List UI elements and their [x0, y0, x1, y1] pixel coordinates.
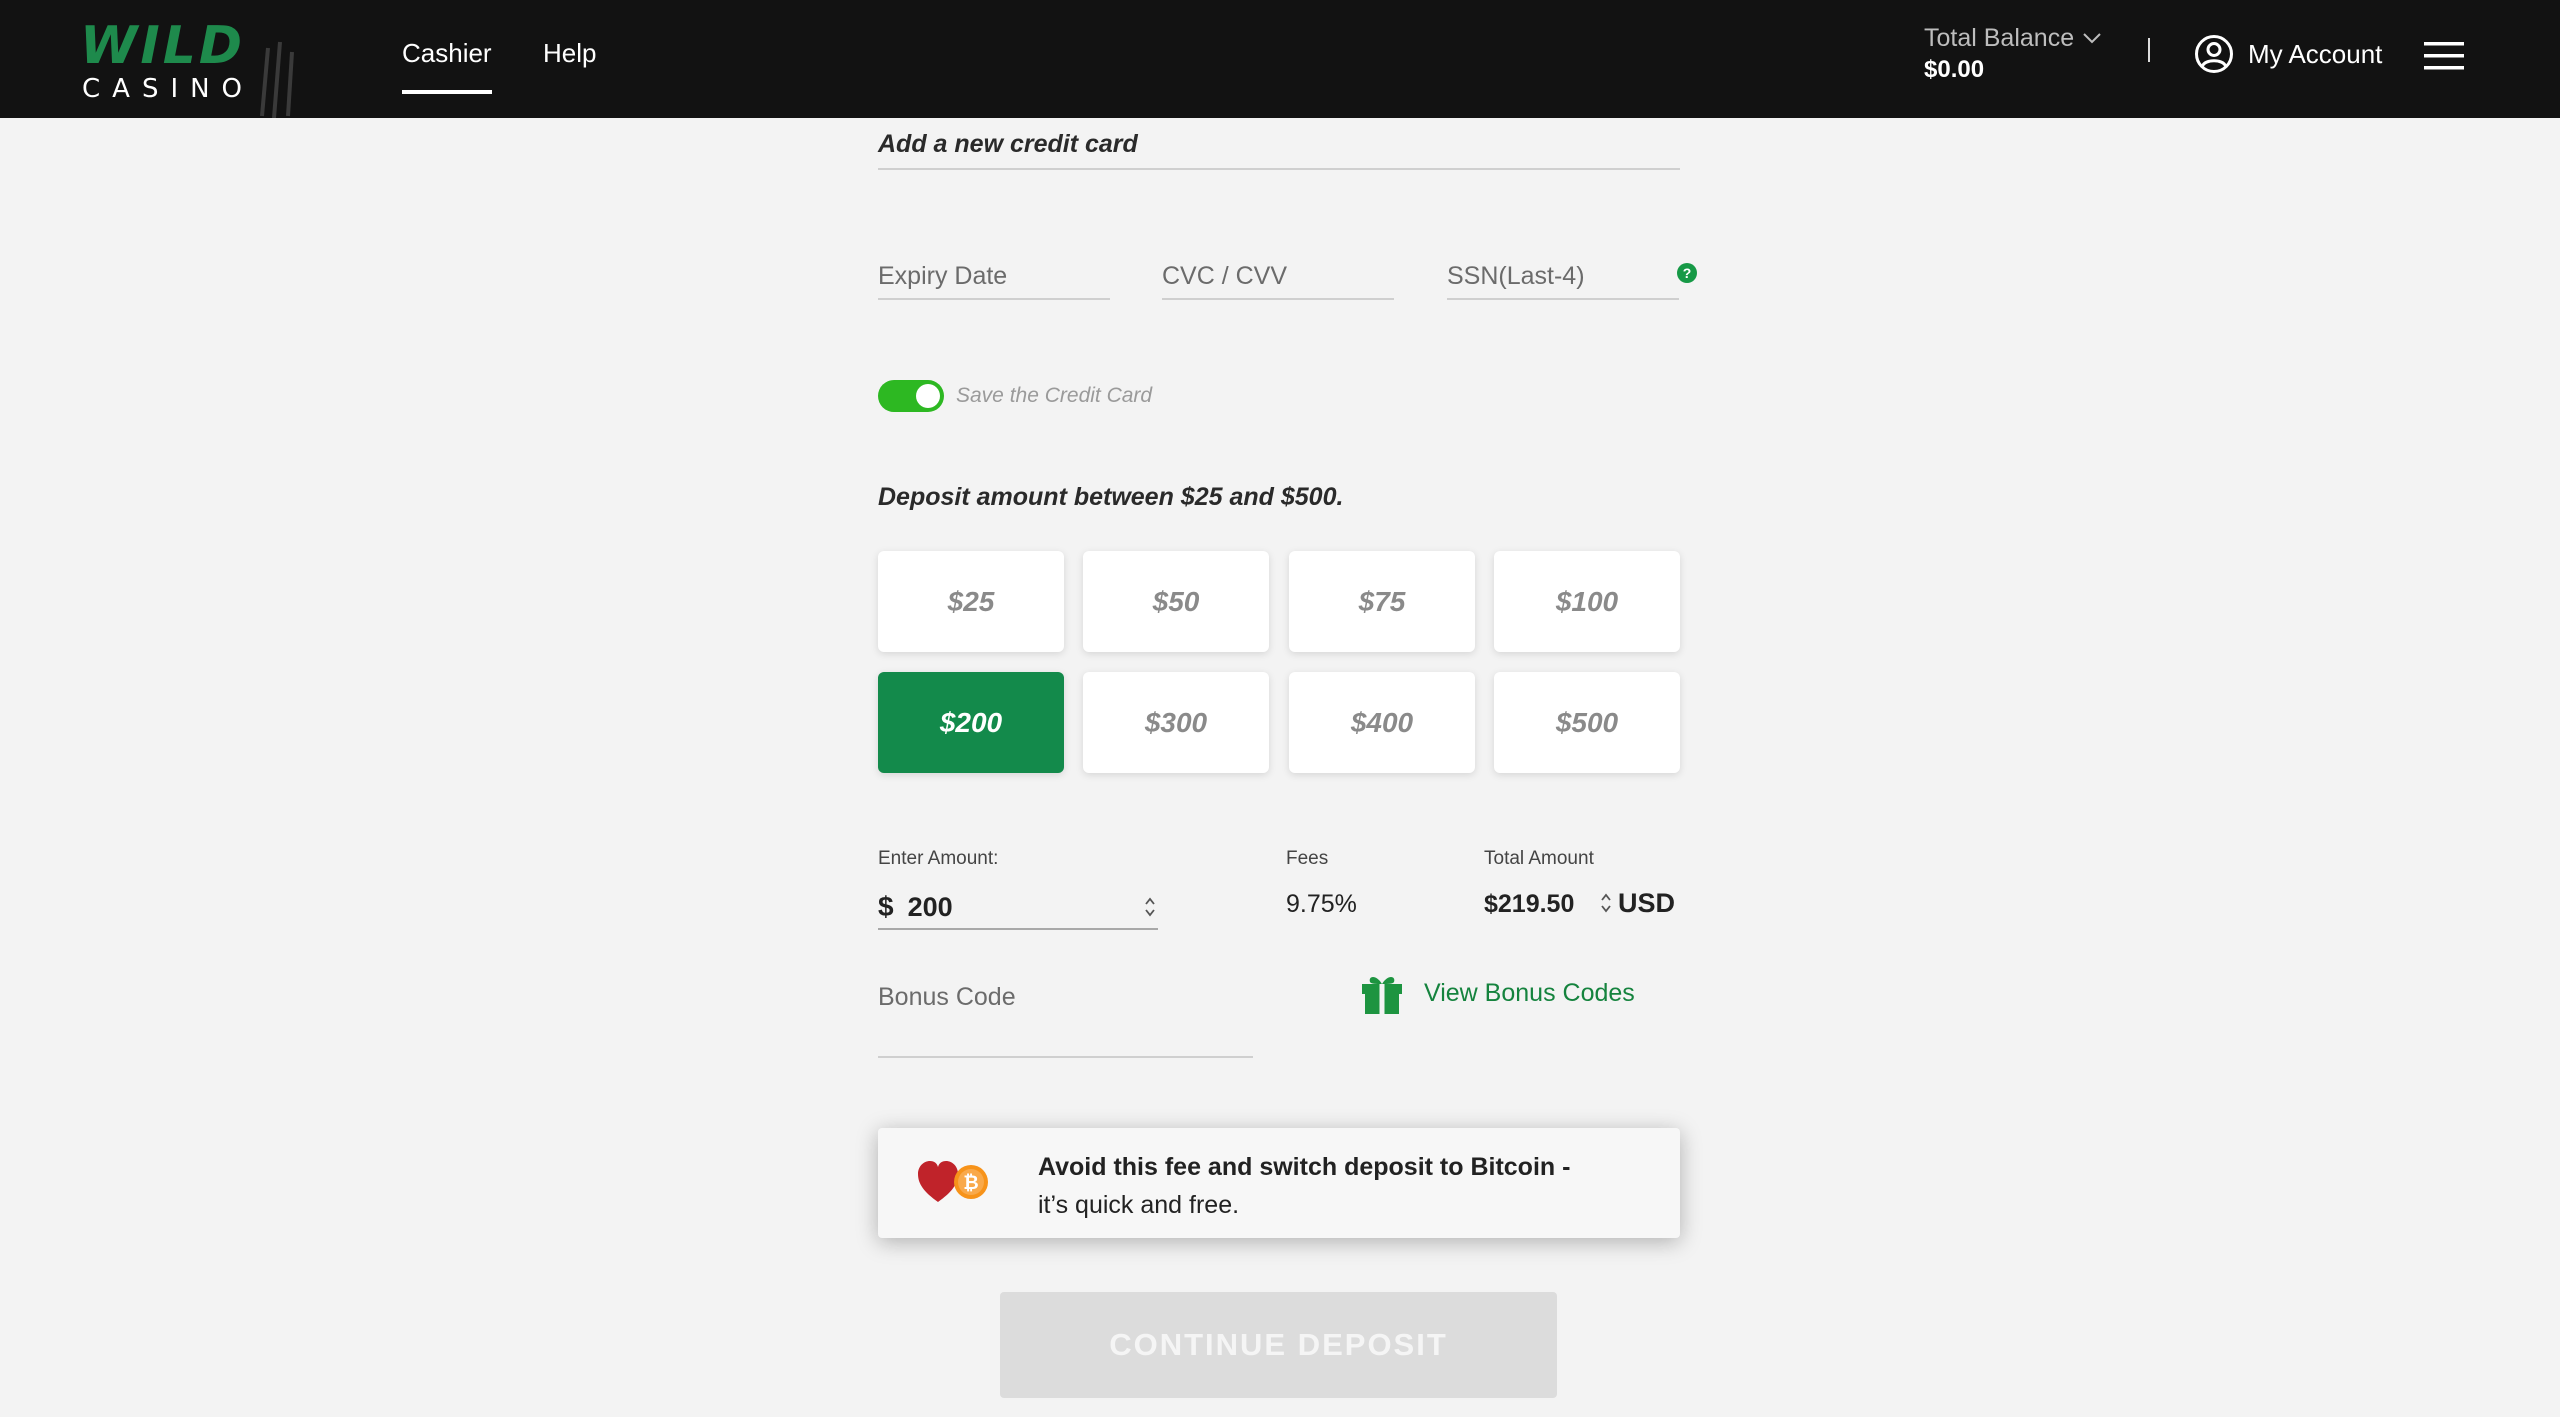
hamburger-menu-icon[interactable] [2424, 40, 2464, 72]
stepper-icon [1145, 897, 1155, 917]
nav-help[interactable]: Help [543, 36, 596, 70]
currency-symbol: $ [878, 891, 894, 922]
fees-value: 9.75% [1286, 890, 1357, 918]
currency-code: USD [1618, 888, 1676, 918]
total-amount-value: $219.50 [1484, 890, 1575, 918]
gift-icon [1362, 977, 1402, 1014]
deposit-range-text: Deposit amount between $25 and $500. [878, 483, 1344, 511]
amount-button-500[interactable]: $500 [1494, 672, 1680, 773]
balance-label: Total Balance [1924, 24, 2075, 52]
my-account-button[interactable]: My Account [2194, 34, 2382, 74]
save-card-toggle[interactable] [878, 380, 944, 412]
top-header: WILD CASINO Cashier Help Total Balance $… [0, 0, 2560, 118]
bitcoin-switch-banner[interactable]: ₿ Avoid this fee and switch deposit to B… [878, 1128, 1680, 1238]
bonus-code-input[interactable] [878, 976, 1253, 1018]
save-card-label: Save the Credit Card [956, 384, 1153, 407]
amount-value[interactable]: 200 [908, 892, 1142, 923]
add-credit-card-header[interactable]: Add a new credit card [878, 128, 1680, 170]
amount-grid: $25 $50 $75 $100 $200 $300 $400 $500 [878, 551, 1681, 773]
amount-button-50[interactable]: $50 [1083, 551, 1269, 652]
stepper-icon [1601, 893, 1611, 913]
claw-marks-icon [260, 41, 294, 118]
view-bonus-codes-label: View Bonus Codes [1424, 979, 1635, 1007]
ssn-input[interactable] [1447, 256, 1679, 296]
logo-wordmark-casino: CASINO [82, 74, 255, 104]
wild-casino-logo[interactable]: WILD CASINO [80, 18, 310, 118]
view-bonus-codes-link[interactable]: View Bonus Codes [1360, 972, 1635, 1014]
user-circle-icon [2195, 35, 2233, 73]
amount-button-400[interactable]: $400 [1289, 672, 1475, 773]
header-divider [2148, 38, 2150, 62]
add-credit-card-title: Add a new credit card [878, 130, 1138, 158]
amount-button-25[interactable]: $25 [878, 551, 1064, 652]
total-balance-dropdown[interactable]: Total Balance $0.00 [1924, 22, 2102, 86]
fees-label: Fees [1286, 848, 1329, 869]
balance-value: $0.00 [1924, 56, 1985, 83]
enter-amount-label: Enter Amount: [878, 848, 999, 869]
amount-button-100[interactable]: $100 [1494, 551, 1680, 652]
currency-select[interactable]: USD [1600, 886, 1675, 920]
expiry-date-field[interactable] [878, 256, 1110, 300]
help-icon[interactable]: ? [1677, 263, 1697, 283]
chevron-down-icon [2083, 33, 2101, 44]
expiry-date-input[interactable] [878, 256, 1110, 296]
logo-wordmark-wild: WILD [80, 16, 246, 76]
amount-button-300[interactable]: $300 [1083, 672, 1269, 773]
amount-button-75[interactable]: $75 [1289, 551, 1475, 652]
amount-stepper[interactable] [1142, 894, 1158, 920]
my-account-label: My Account [2248, 39, 2383, 69]
ssn-field[interactable] [1447, 256, 1679, 300]
bitcoin-banner-line2: it’s quick and free. [1038, 1191, 1240, 1219]
svg-text:₿: ₿ [963, 1172, 978, 1194]
cvc-input[interactable] [1162, 256, 1394, 296]
cvc-field[interactable] [1162, 256, 1394, 300]
heart-bitcoin-icon: ₿ [918, 1161, 988, 1202]
amount-button-200[interactable]: $200 [878, 672, 1064, 773]
bitcoin-banner-line1: Avoid this fee and switch deposit to Bit… [1038, 1153, 1571, 1181]
nav-cashier[interactable]: Cashier [402, 36, 492, 94]
amount-input[interactable]: $ 200 [878, 886, 1158, 930]
continue-deposit-button[interactable]: CONTINUE DEPOSIT [1000, 1292, 1557, 1398]
bonus-code-field[interactable] [878, 976, 1253, 1058]
total-amount-label: Total Amount [1484, 848, 1594, 869]
